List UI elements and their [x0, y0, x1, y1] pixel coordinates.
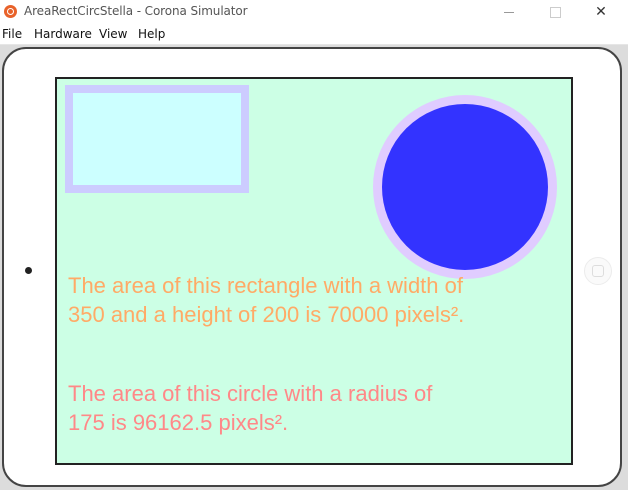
title-bar: AreaRectCircStella - Corona Simulator ✕ [0, 0, 628, 24]
home-button[interactable] [584, 257, 612, 285]
circle-area-text: The area of this circle with a radius of… [68, 379, 568, 437]
circle-area-line-2: 175 is 96162.5 pixels². [68, 410, 289, 435]
minimize-icon[interactable] [486, 0, 532, 24]
menu-hardware[interactable]: Hardware [34, 27, 92, 41]
close-icon[interactable]: ✕ [578, 0, 624, 24]
menu-bar: File Hardware View Help [0, 24, 628, 45]
tablet-device-frame: The area of this rectangle with a width … [2, 47, 622, 487]
corona-app-icon [4, 5, 17, 18]
rectangle-shape [65, 85, 249, 193]
rectangle-area-text: The area of this rectangle with a width … [68, 271, 568, 329]
device-screen[interactable]: The area of this rectangle with a width … [55, 77, 573, 465]
menu-view[interactable]: View [99, 27, 127, 41]
rectangle-area-line-1: The area of this rectangle with a width … [68, 273, 463, 298]
menu-help[interactable]: Help [138, 27, 165, 41]
circle-area-line-1: The area of this circle with a radius of [68, 381, 433, 406]
circle-shape [373, 95, 557, 279]
simulator-area: The area of this rectangle with a width … [0, 45, 628, 490]
maximize-icon[interactable] [532, 0, 578, 24]
menu-file[interactable]: File [2, 27, 22, 41]
camera-dot [25, 267, 32, 274]
window-title: AreaRectCircStella - Corona Simulator [24, 4, 248, 18]
rectangle-area-line-2: 350 and a height of 200 is 70000 pixels²… [68, 302, 465, 327]
